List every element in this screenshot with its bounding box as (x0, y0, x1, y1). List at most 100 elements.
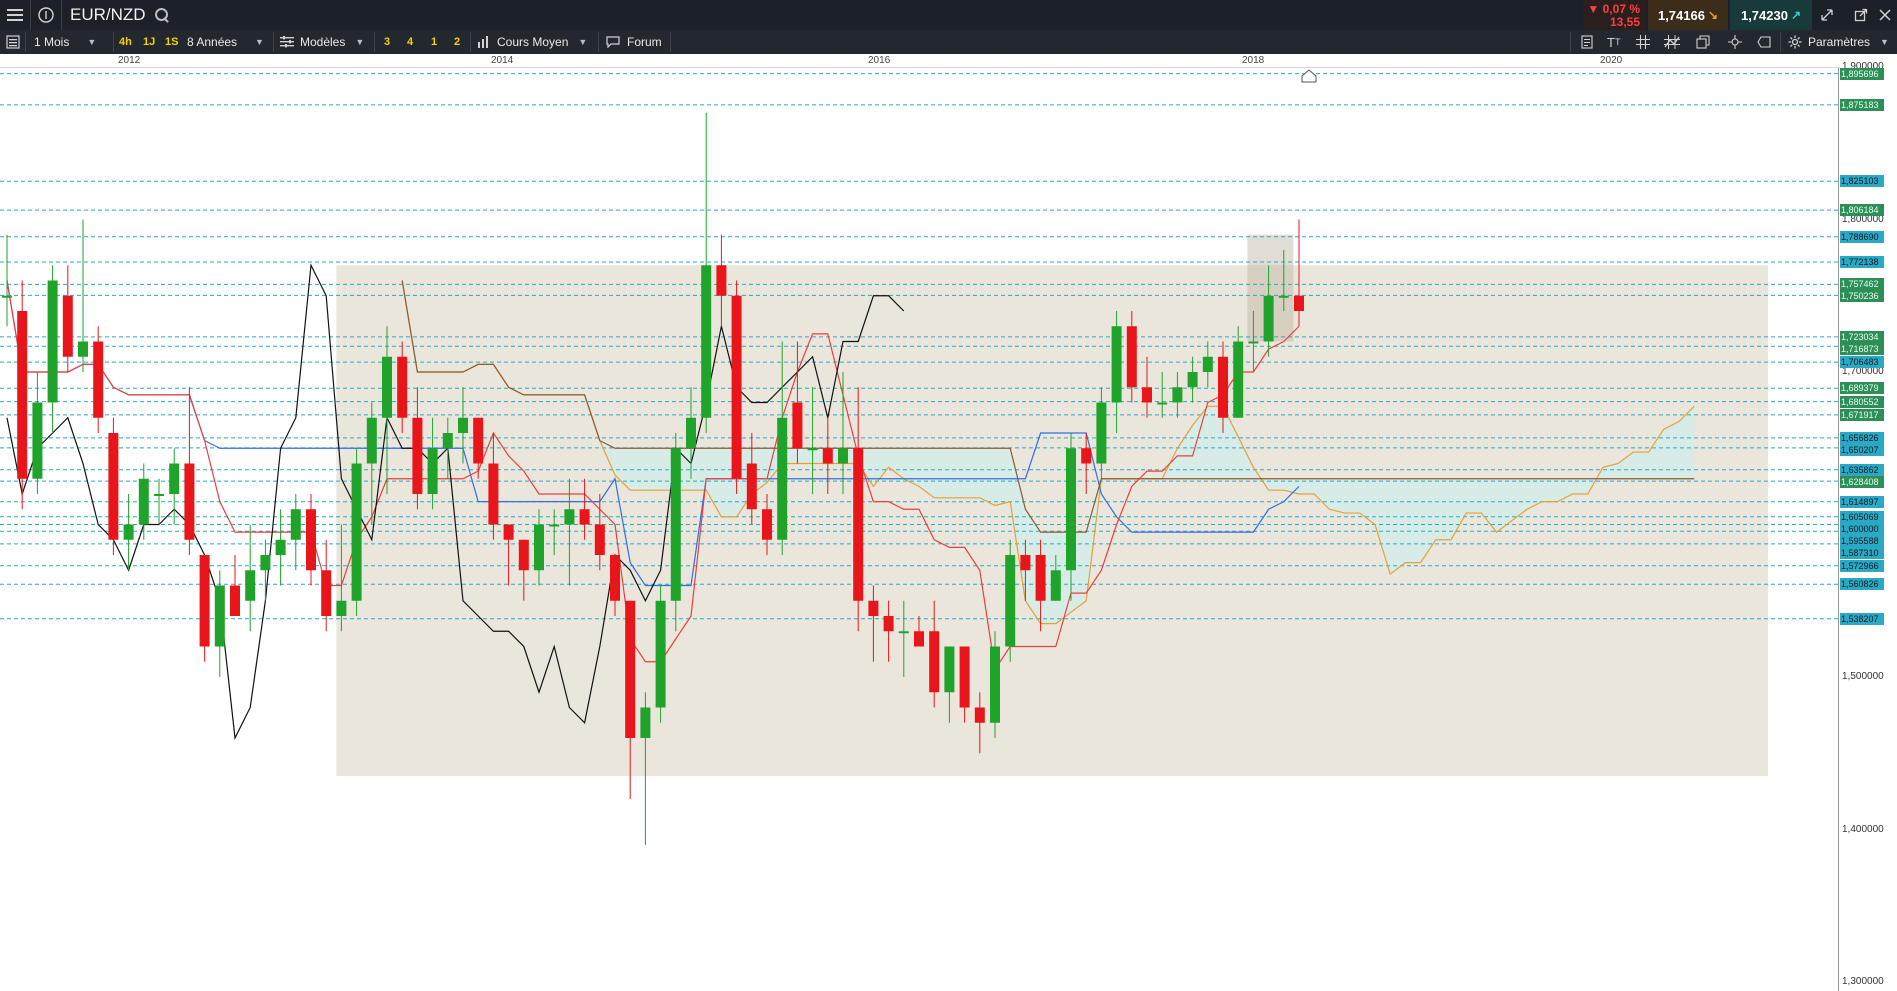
bull-candle (154, 494, 164, 496)
price-level-tag[interactable]: 1,680552 (1840, 395, 1884, 408)
bear-candle (518, 539, 529, 571)
settings-button[interactable]: Paramètres (1788, 30, 1870, 54)
collapse-icon[interactable] (1814, 0, 1840, 30)
price-level-tag[interactable]: 1,757462 (1840, 278, 1884, 291)
separator (1780, 32, 1781, 52)
info-icon[interactable] (31, 0, 61, 30)
separator (670, 32, 671, 52)
indicators-icon[interactable] (1664, 30, 1680, 54)
bear-candle (17, 311, 28, 479)
price-type-dropdown[interactable]: Cours Moyen ▼ (477, 30, 587, 54)
bull-candle (1233, 341, 1244, 418)
price-level-tag[interactable]: 1,656826 (1840, 431, 1884, 444)
bull-candle (1066, 448, 1076, 571)
instrument-symbol[interactable]: EUR/NZD (70, 5, 146, 25)
bull-candle (1096, 402, 1107, 464)
bull-candle (898, 631, 909, 634)
price-level-tag[interactable]: 1,572966 (1840, 559, 1884, 572)
price-level-tag[interactable]: 1,605069 (1840, 510, 1884, 523)
price-level-tag[interactable]: 1,716873 (1840, 342, 1884, 355)
chevron-down-icon[interactable]: ▼ (1880, 30, 1889, 54)
price-level-tag[interactable]: 1,650207 (1840, 443, 1884, 456)
price-level-tag[interactable]: 1,875183 (1840, 98, 1884, 111)
menu-icon[interactable] (0, 0, 30, 30)
tag-icon[interactable] (1757, 30, 1771, 54)
chart-list-icon[interactable] (6, 30, 20, 54)
separator (374, 32, 375, 52)
layout-3-button[interactable]: 3 (384, 30, 390, 54)
bull-candle (990, 646, 1000, 723)
bear-candle (929, 631, 940, 693)
x-tick-label: 2018 (1242, 55, 1265, 66)
price-level-tag[interactable]: 1,750236 (1840, 290, 1884, 303)
notes-icon[interactable] (1580, 30, 1594, 54)
ask-arrow-icon: ↗ (1790, 8, 1802, 22)
bear-candle (108, 433, 119, 540)
layout-1-button[interactable]: 1 (431, 30, 437, 54)
period-4h-button[interactable]: 4h (119, 30, 132, 54)
price-level-tag[interactable]: 1,825103 (1840, 175, 1884, 188)
ask-price-button[interactable]: 1,74230 ↗ (1730, 0, 1812, 30)
timeframe-dropdown[interactable]: 1 Mois ▼ (34, 30, 110, 54)
bear-candle (868, 600, 879, 616)
price-level-tag[interactable]: 1,671917 (1840, 408, 1884, 421)
price-level-tag[interactable]: 1,587310 (1840, 546, 1884, 559)
bear-candle (853, 448, 864, 601)
price-level-tag[interactable]: 1,628408 (1840, 475, 1884, 488)
bear-candle (62, 295, 73, 357)
bear-candle (184, 463, 195, 540)
price-level-tag[interactable]: 1,595588 (1840, 534, 1884, 547)
bull-candle (442, 433, 453, 449)
range-dropdown[interactable]: 8 Années ▼ (187, 30, 271, 54)
gear-icon (1788, 35, 1802, 49)
popout-icon[interactable] (1848, 0, 1874, 30)
price-level-tag[interactable]: 1,806184 (1840, 204, 1884, 217)
price-type-label: Cours Moyen (497, 35, 569, 49)
bear-candle (199, 555, 210, 647)
settings-label: Paramètres (1808, 35, 1871, 49)
text-size-icon[interactable]: TT (1607, 30, 1620, 54)
bull-candle (260, 555, 271, 571)
bull-candle (275, 539, 286, 555)
price-level-tag[interactable]: 1,706483 (1840, 356, 1884, 369)
bid-price-button[interactable]: 1,74166 ↘ (1648, 0, 1728, 30)
bear-candle (762, 509, 772, 540)
price-level-tag[interactable]: 1,772138 (1840, 255, 1884, 268)
separator (1570, 32, 1571, 52)
bull-candle (427, 448, 438, 494)
layout-4-button[interactable]: 4 (407, 30, 413, 54)
models-dropdown[interactable]: Modèles ▼ (280, 30, 364, 54)
windows-icon[interactable] (1696, 30, 1710, 54)
price-level-tag[interactable]: 1,635862 (1840, 463, 1884, 476)
layout-2-button[interactable]: 2 (454, 30, 460, 54)
grid-icon[interactable] (1636, 30, 1650, 54)
price-level-tag[interactable]: 1,538207 (1840, 612, 1884, 625)
bull-candle (944, 646, 955, 693)
close-icon[interactable] (1872, 0, 1897, 30)
price-level-tag[interactable]: 1,689379 (1840, 382, 1884, 395)
bull-candle (1202, 356, 1213, 372)
time-axis: 2012 2014 2016 2018 2020 (0, 54, 1840, 68)
y-tick-label: 1,500000 (1842, 671, 1884, 682)
bull-candle (351, 463, 362, 601)
bear-candle (914, 631, 924, 647)
period-1s-button[interactable]: 1S (165, 30, 178, 54)
period-1j-button[interactable]: 1J (143, 30, 155, 54)
forum-button[interactable]: Forum (606, 30, 662, 54)
bear-candle (1020, 555, 1031, 571)
bull-candle (336, 600, 347, 616)
price-level-tag[interactable]: 1,895696 (1840, 67, 1884, 80)
price-level-tag[interactable]: 1,788690 (1840, 230, 1884, 243)
search-icon[interactable] (154, 7, 170, 23)
bull-candle (245, 570, 256, 601)
price-change-box: ▼ 0,07 % 13,55 (1583, 0, 1646, 30)
price-chart[interactable]: 2012 2014 2016 2018 2020 1,900000 1,80000… (0, 54, 1897, 991)
price-level-tag[interactable]: 1,600000 (1840, 522, 1884, 535)
plot-area[interactable] (0, 68, 1838, 991)
price-level-tag[interactable]: 1,723034 (1840, 330, 1884, 343)
crosshair-icon[interactable] (1728, 30, 1742, 54)
price-level-tag[interactable]: 1,560826 (1840, 578, 1884, 591)
bear-candle (883, 616, 894, 632)
bear-candle (93, 341, 104, 418)
price-level-tag[interactable]: 1,614897 (1840, 495, 1884, 508)
